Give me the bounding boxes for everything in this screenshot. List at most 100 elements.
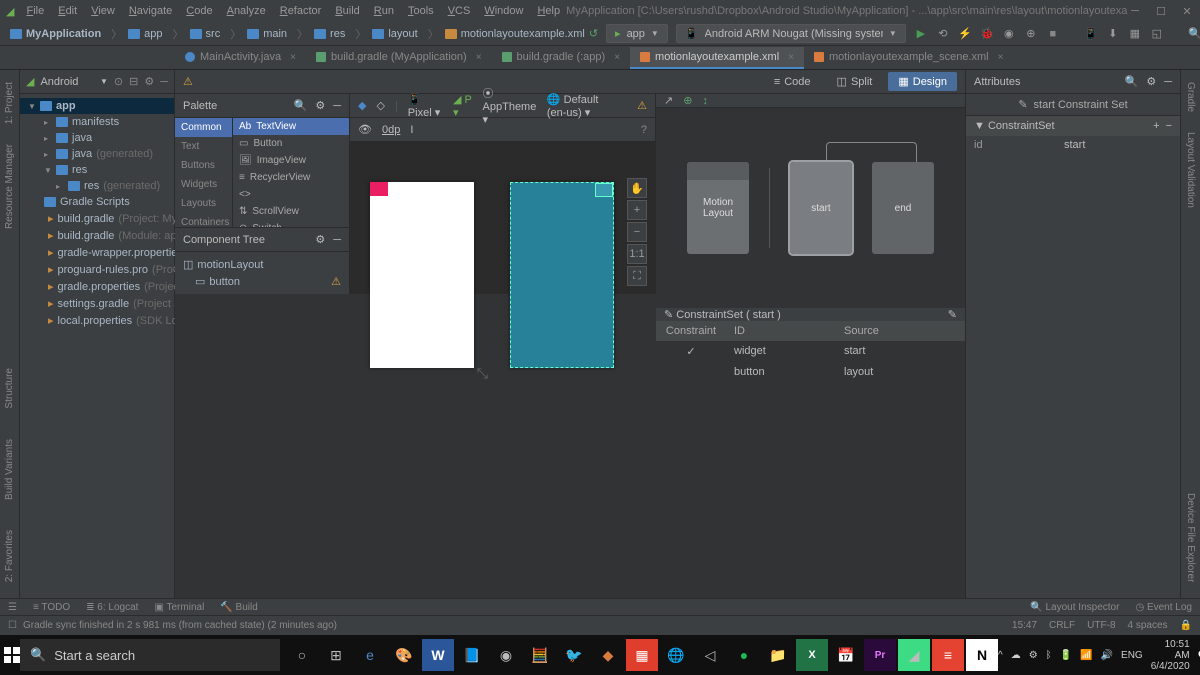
tree-item[interactable]: ▸res (generated) (20, 178, 174, 194)
app-icon[interactable]: ▦ (626, 639, 658, 671)
scroll-from-source-icon[interactable]: ⊙ (114, 75, 123, 88)
resource-manager-tab[interactable]: Resource Manager (4, 138, 15, 235)
edge-icon[interactable]: e (354, 639, 386, 671)
constraint-row[interactable]: buttonlayout (656, 362, 965, 382)
project-view-selector[interactable]: Android (40, 76, 94, 88)
create-transition-icon[interactable]: ↗ (664, 94, 673, 107)
menu-tools[interactable]: Tools (402, 3, 440, 19)
tray-icon[interactable]: ⚙ (1029, 650, 1038, 661)
settings-icon[interactable]: ⚙ (144, 75, 154, 88)
select-tool-icon[interactable]: ◆ (358, 99, 366, 112)
taskbar-clock[interactable]: 10:51 AM 6/4/2020 (1151, 639, 1190, 672)
word-icon[interactable]: W (422, 639, 454, 671)
menu-code[interactable]: Code (180, 3, 218, 19)
view-options-icon[interactable]: 👁 (358, 123, 372, 136)
text-cursor-icon[interactable]: I (410, 124, 413, 136)
menu-view[interactable]: View (85, 3, 121, 19)
palette-category[interactable]: Common (175, 118, 232, 137)
code-view-button[interactable]: ≡Code (764, 73, 821, 91)
onedrive-icon[interactable]: ☁ (1011, 650, 1021, 661)
structure-tab[interactable]: Structure (4, 362, 15, 415)
search-icon[interactable]: 🔍 (1188, 27, 1200, 41)
palette-item[interactable]: 🖼ImageView (233, 152, 349, 169)
event-log-link[interactable]: ◷ Event Log (1135, 602, 1192, 613)
close-tab-icon[interactable]: × (476, 52, 482, 63)
end-constraintset-card[interactable]: end (872, 162, 934, 254)
minimize-button[interactable]: ─ (1128, 4, 1142, 18)
menu-window[interactable]: Window (478, 3, 529, 19)
breadcrumb-item[interactable]: MyApplication (6, 28, 105, 40)
spotify-icon[interactable]: ● (728, 639, 760, 671)
menu-vcs[interactable]: VCS (442, 3, 477, 19)
hide-icon[interactable]: ─ (333, 234, 341, 246)
close-tab-icon[interactable]: × (788, 52, 794, 63)
search-icon[interactable]: 🔍 (294, 99, 308, 112)
paint-icon[interactable]: 🎨 (388, 639, 420, 671)
layout-validation-tab[interactable]: Layout Validation (1185, 126, 1196, 214)
resource-manager-icon[interactable]: ▦ (1128, 27, 1142, 41)
build-variants-tab[interactable]: Build Variants (4, 433, 15, 506)
locale-selector[interactable]: 🌐 Default (en-us) ▾ (547, 93, 617, 119)
build-tab[interactable]: 🔨 Build (220, 602, 257, 613)
run-button[interactable]: ▶ (914, 27, 928, 41)
settings-icon[interactable]: ⚙ (1146, 75, 1156, 88)
palette-category[interactable]: Text (175, 137, 232, 156)
attr-row-id[interactable]: id start (966, 136, 1180, 154)
device-selector[interactable]: 📱 Pixel ▾ (408, 93, 443, 119)
tree-item-motionlayout[interactable]: ◫motionLayout (175, 256, 349, 273)
caret-position[interactable]: 15:47 (1012, 620, 1037, 631)
apply-changes-icon[interactable]: ⟲ (936, 27, 950, 41)
breadcrumb-item[interactable]: 〉res (291, 26, 349, 42)
hide-icon[interactable]: ─ (333, 100, 341, 112)
breadcrumb-item[interactable]: 〉main (224, 26, 291, 42)
file-encoding[interactable]: UTF-8 (1087, 620, 1115, 631)
tree-root-app[interactable]: ▼ app (20, 98, 174, 114)
editor-tab[interactable]: motionlayoutexample.xml× (630, 47, 804, 69)
palette-item[interactable]: AbTextView (233, 118, 349, 135)
editor-tab[interactable]: build.gradle (:app)× (492, 47, 631, 69)
create-click-icon[interactable]: ⊕ (683, 94, 692, 107)
favorites-tab[interactable]: 2: Favorites (4, 524, 15, 588)
search-icon[interactable]: 🔍 (1125, 75, 1139, 88)
breadcrumb-item[interactable]: 〉motionlayoutexample.xml (422, 26, 589, 42)
language-indicator[interactable]: ENG (1121, 650, 1143, 661)
profiler-icon[interactable]: ◉ (1002, 27, 1016, 41)
steam-icon[interactable]: ◉ (490, 639, 522, 671)
design-preview[interactable]: ⤡ (370, 182, 474, 368)
layout-inspector-icon[interactable]: ◱ (1150, 27, 1164, 41)
tree-item[interactable]: Gradle Scripts (20, 194, 174, 210)
api-selector[interactable]: ◢ P ▾ (453, 93, 473, 119)
remove-attr-icon[interactable]: − (1166, 120, 1172, 132)
motion-layout-card[interactable]: Motion Layout (687, 162, 749, 254)
app-icon[interactable]: 📘 (456, 639, 488, 671)
tray-chevron-icon[interactable]: ^ (998, 650, 1003, 661)
todo-tab[interactable]: ≡ TODO (33, 602, 70, 613)
tree-item[interactable]: ▸java (20, 130, 174, 146)
terminal-tab[interactable]: ▣ Terminal (154, 602, 204, 613)
sync-icon[interactable]: ↺ (589, 27, 598, 40)
menu-navigate[interactable]: Navigate (123, 3, 178, 19)
zoom-reset-button[interactable]: 1:1 (627, 244, 647, 264)
menu-help[interactable]: Help (531, 3, 566, 19)
excel-icon[interactable]: X (796, 639, 828, 671)
menu-file[interactable]: File (20, 3, 50, 19)
avd-manager-icon[interactable]: 📱 (1084, 27, 1098, 41)
palette-item[interactable]: ⊙Switch (233, 220, 349, 227)
editor-tab[interactable]: MainActivity.java× (175, 47, 306, 69)
gradle-tab[interactable]: Gradle (1185, 76, 1196, 118)
stop-button[interactable]: ■ (1046, 27, 1060, 41)
debug-button[interactable]: 🐞 (980, 27, 994, 41)
attach-debugger-icon[interactable]: ⊕ (1024, 27, 1038, 41)
tree-item[interactable]: ▸manifests (20, 114, 174, 130)
editor-tab[interactable]: build.gradle (MyApplication)× (306, 47, 492, 69)
button-widget-blueprint[interactable] (595, 183, 613, 197)
volume-icon[interactable]: 🔊 (1101, 650, 1113, 661)
taskbar-search[interactable]: 🔍 Start a search (20, 639, 280, 671)
constraint-row[interactable]: ✓widgetstart (656, 341, 965, 362)
tree-item[interactable]: ▸gradle.properties (Project Se (20, 278, 174, 295)
section-constraintset[interactable]: ConstraintSet (988, 120, 1055, 132)
zoom-in-button[interactable]: + (627, 200, 647, 220)
wifi-icon[interactable]: 📶 (1080, 650, 1092, 661)
palette-category[interactable]: Widgets (175, 175, 232, 194)
breadcrumb-item[interactable]: 〉layout (349, 26, 421, 42)
